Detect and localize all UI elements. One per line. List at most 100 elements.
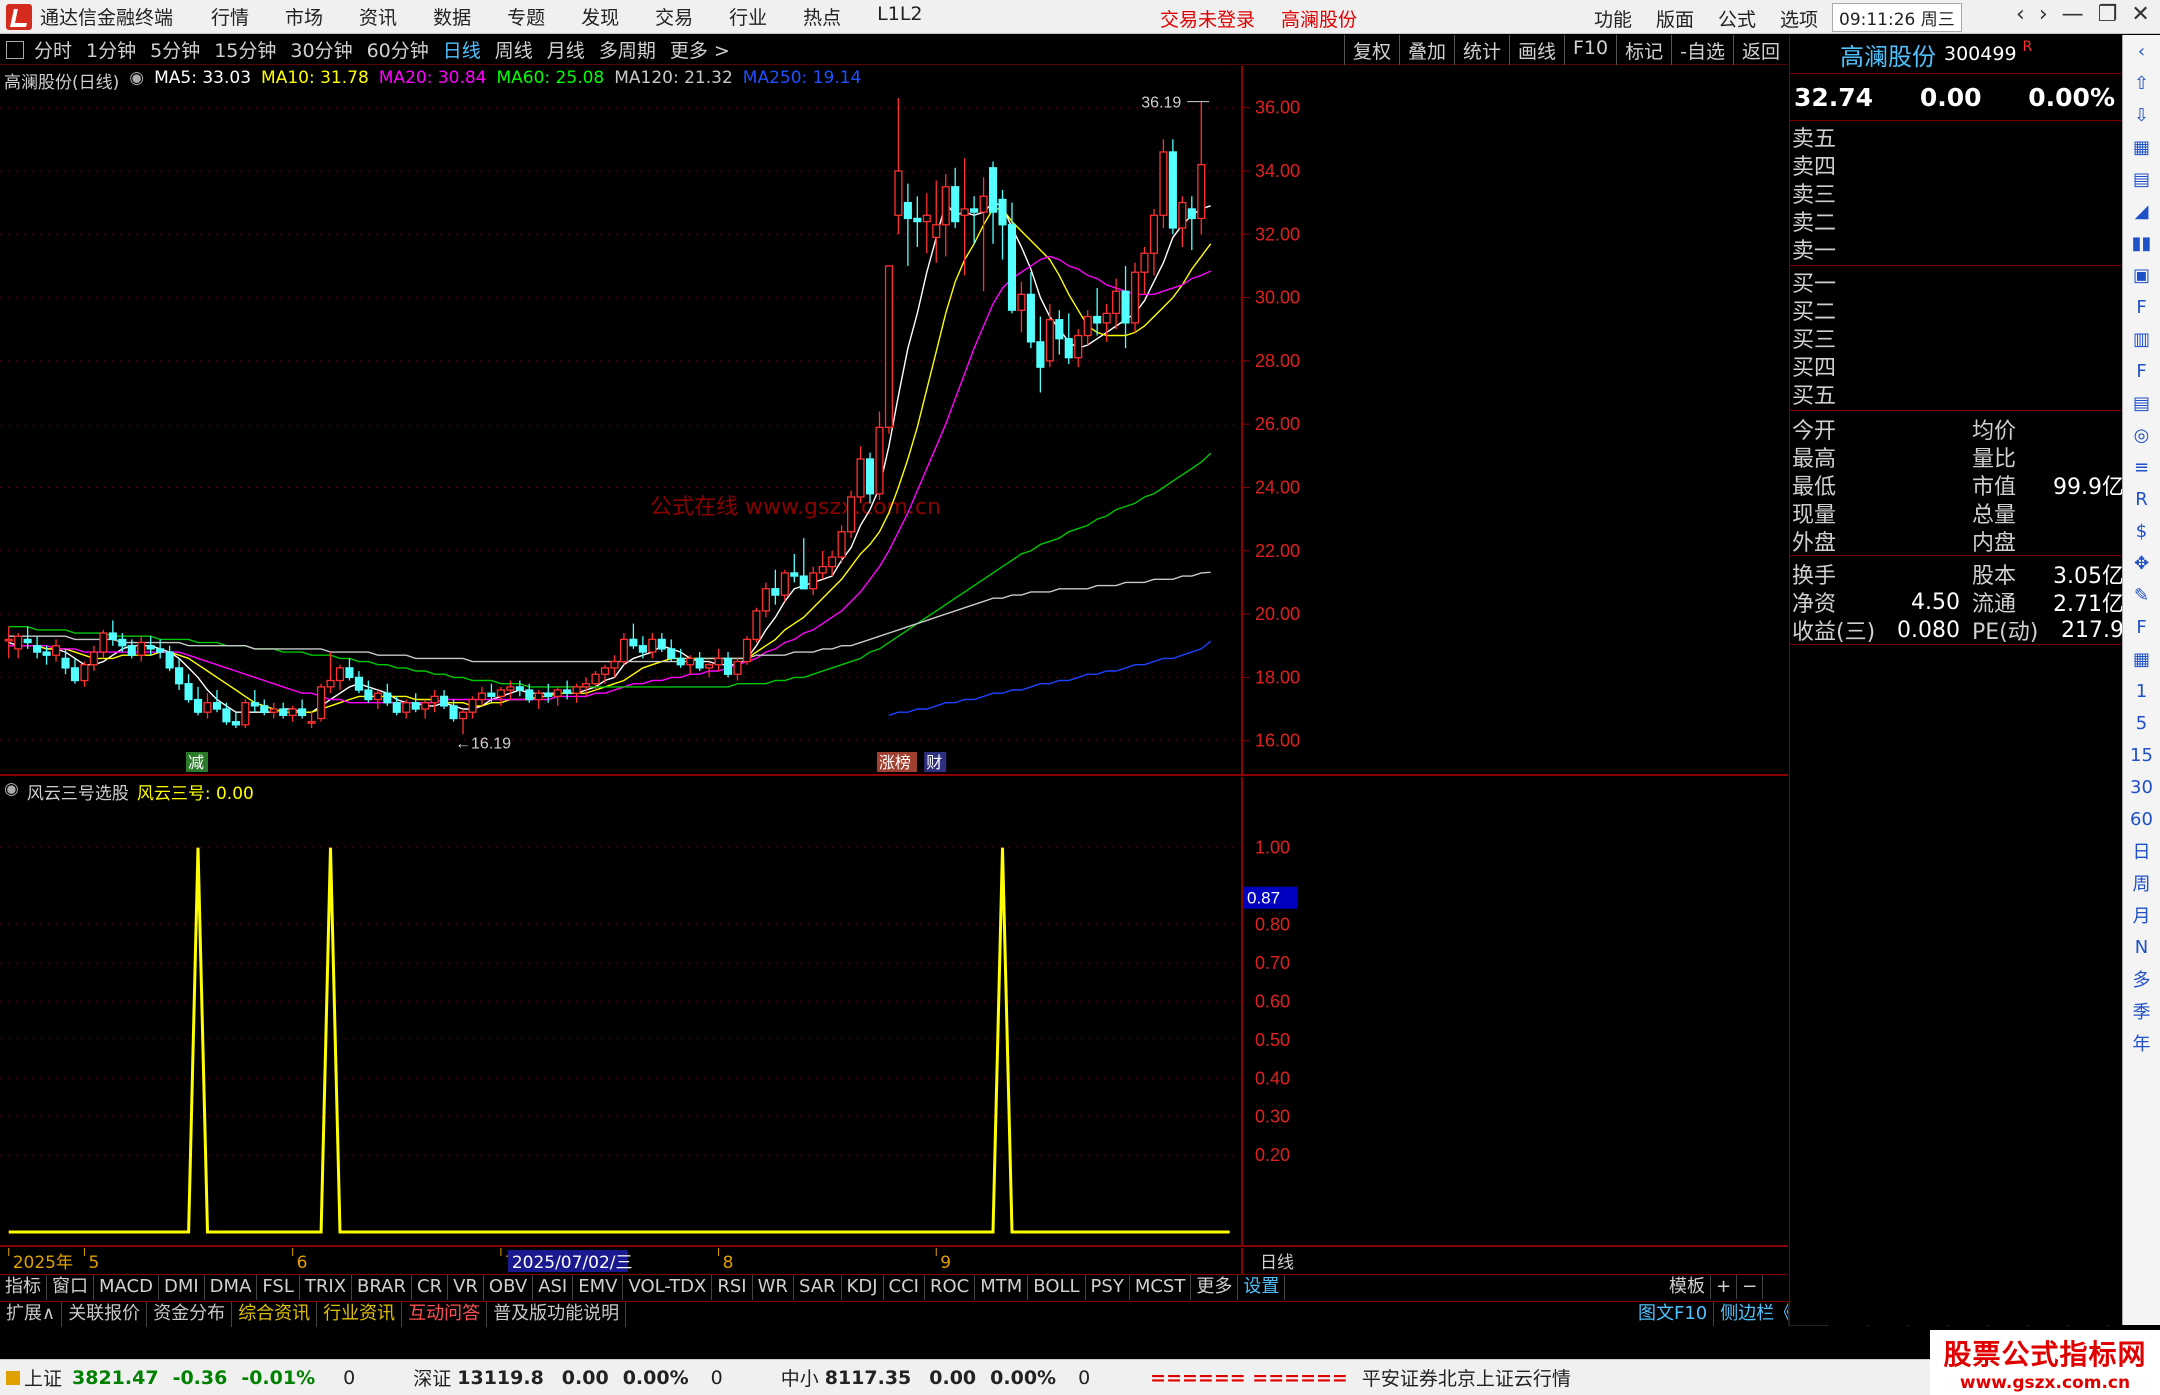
indicator-tab-item-24[interactable]: 更多 (1191, 1275, 1239, 1300)
indicator-tab-item-4[interactable]: DMA (205, 1275, 258, 1300)
period-tab-item-9[interactable]: 多周期 (599, 36, 656, 63)
zx-label[interactable]: 中小 (781, 1364, 819, 1391)
right-menu-item-0[interactable]: 功能 (1594, 5, 1632, 32)
forward-icon[interactable]: › (2039, 2, 2048, 27)
indicator-tab-item-18[interactable]: CCI (884, 1275, 925, 1300)
info-tab-item-1[interactable]: 关联报价 (62, 1302, 148, 1327)
side-period-item-6[interactable]: 周 (2133, 867, 2151, 899)
side-period-item-2[interactable]: 15 (2130, 739, 2153, 771)
template-tab-item-2[interactable]: − (1737, 1275, 1764, 1299)
side-tool-icon-item-19[interactable]: ▦ (2133, 643, 2150, 675)
indicator-tab-item-1[interactable]: 窗口 (47, 1275, 94, 1300)
tool-button-item-2[interactable]: 统计 (1453, 35, 1509, 65)
minimize-icon[interactable]: — (2062, 2, 2084, 27)
indicator-tab-item-17[interactable]: KDJ (842, 1275, 884, 1300)
indicator-tab-item-23[interactable]: MCST (1130, 1275, 1192, 1300)
right-menu-item-1[interactable]: 版面 (1656, 5, 1694, 32)
right-menu-item-3[interactable]: 选项 (1780, 5, 1818, 32)
indicator-tab-item-21[interactable]: BOLL (1028, 1275, 1086, 1300)
close-icon[interactable]: ✕ (2131, 2, 2149, 27)
period-tab-item-8[interactable]: 月线 (547, 36, 585, 63)
f10-link[interactable]: 图文F10 (1632, 1302, 1715, 1326)
sh-label[interactable]: 上证 (24, 1364, 62, 1391)
side-tool-icon-item-7[interactable]: ▣ (2133, 259, 2150, 291)
indicator-tab-item-0[interactable]: 指标 (0, 1275, 47, 1300)
side-tool-icon-item-8[interactable]: F (2136, 291, 2146, 323)
right-menu-item-2[interactable]: 公式 (1718, 5, 1756, 32)
period-tab-item-3[interactable]: 15分钟 (214, 36, 276, 63)
info-tab-item-0[interactable]: 扩展∧ (0, 1302, 63, 1327)
side-tool-icon-item-18[interactable]: F (2136, 611, 2146, 643)
indicator-tab-item-16[interactable]: SAR (794, 1275, 842, 1300)
period-tab-item-0[interactable]: 分时 (34, 36, 72, 63)
side-tool-icon-item-16[interactable]: ✥ (2134, 547, 2149, 579)
sidebar-toggle[interactable]: 侧边栏《 (1714, 1302, 1800, 1326)
info-tab-item-2[interactable]: 资金分布 (147, 1302, 233, 1327)
side-period-item-0[interactable]: 1 (2136, 675, 2147, 707)
side-period-item-7[interactable]: 月 (2133, 899, 2151, 931)
side-tool-icon-item-13[interactable]: ≡ (2134, 451, 2149, 483)
indicator-tab-item-15[interactable]: WR (753, 1275, 794, 1300)
indicator-chart[interactable]: 0.20 0.30 0.40 0.50 0.60 0.70 0.80 1.00 0.87 (0, 777, 1788, 1247)
side-period-item-9[interactable]: 多 (2133, 963, 2151, 995)
menu-item-8[interactable]: 热点 (803, 3, 841, 30)
restore-icon[interactable]: ❐ (2098, 2, 2118, 27)
indicator-tab-item-20[interactable]: MTM (975, 1275, 1029, 1300)
menu-item-5[interactable]: 发现 (581, 3, 619, 30)
indicator-tab-item-11[interactable]: ASI (533, 1275, 574, 1300)
menu-item-2[interactable]: 资讯 (359, 3, 397, 30)
tool-button-item-5[interactable]: 标记 (1616, 35, 1671, 65)
period-tab-item-10[interactable]: 更多 > (670, 36, 730, 63)
indicator-tab-item-3[interactable]: DMI (159, 1275, 205, 1300)
side-tool-icon-item-17[interactable]: ✎ (2134, 579, 2149, 611)
template-tab-item-1[interactable]: + (1711, 1275, 1738, 1299)
side-tool-icon-item-2[interactable]: ⇩ (2134, 99, 2149, 131)
candlestick-chart[interactable]: 16.00 18.00 20.00 22.00 24.00 26.00 28.00 30.00… (0, 66, 1788, 776)
period-tab-item-1[interactable]: 1分钟 (86, 36, 136, 63)
side-tool-icon-item-6[interactable]: ▮▮ (2132, 227, 2152, 259)
info-tab-item-4[interactable]: 行业资讯 (317, 1302, 403, 1327)
indicator-tab-item-22[interactable]: PSY (1086, 1275, 1130, 1300)
indicator-tab-item-2[interactable]: MACD (94, 1275, 159, 1300)
side-period-item-11[interactable]: 年 (2133, 1027, 2151, 1059)
indicator-tab-item-14[interactable]: RSI (712, 1275, 753, 1300)
indicator-tab-item-8[interactable]: CR (412, 1275, 449, 1300)
side-tool-icon-item-0[interactable]: ‹ (2138, 35, 2145, 67)
indicator-tab-item-12[interactable]: EMV (573, 1275, 624, 1300)
side-tool-icon-item-14[interactable]: R (2135, 483, 2148, 515)
sz-label[interactable]: 深证 (413, 1364, 451, 1391)
indicator-tab-item-25[interactable]: 设置 (1238, 1275, 1286, 1300)
period-tab-item-2[interactable]: 5分钟 (150, 36, 200, 63)
login-link[interactable]: 交易未登录 (1160, 5, 1255, 32)
info-tab-item-6[interactable]: 普及版功能说明 (487, 1302, 627, 1327)
tool-button-item-0[interactable]: 复权 (1343, 35, 1399, 65)
side-tool-icon-item-5[interactable]: ◢ (2135, 195, 2149, 227)
indicator-tab-item-13[interactable]: VOL-TDX (623, 1275, 713, 1300)
side-period-item-5[interactable]: 日 (2133, 835, 2151, 867)
indicator-tab-item-7[interactable]: BRAR (352, 1275, 412, 1300)
menu-item-6[interactable]: 交易 (655, 3, 693, 30)
indicator-tab-item-10[interactable]: OBV (484, 1275, 534, 1300)
side-tool-icon-item-10[interactable]: F (2136, 355, 2146, 387)
tool-button-item-4[interactable]: F10 (1564, 35, 1616, 65)
side-period-item-10[interactable]: 季 (2133, 995, 2151, 1027)
period-tab-item-6[interactable]: 日线 (443, 36, 481, 63)
layout-toggle-icon[interactable] (6, 40, 24, 59)
side-tool-icon-item-3[interactable]: ▦ (2133, 131, 2150, 163)
tool-button-item-6[interactable]: -自选 (1671, 35, 1733, 65)
tool-button-item-1[interactable]: 叠加 (1398, 35, 1454, 65)
side-period-item-8[interactable]: N (2135, 931, 2148, 963)
side-period-item-3[interactable]: 30 (2130, 771, 2153, 803)
side-tool-icon-item-12[interactable]: ◎ (2134, 419, 2150, 451)
period-tab-item-4[interactable]: 30分钟 (290, 36, 352, 63)
menu-item-9[interactable]: L1L2 (877, 3, 922, 30)
period-tab-item-7[interactable]: 周线 (495, 36, 533, 63)
info-tab-item-5[interactable]: 互动问答 (402, 1302, 488, 1327)
side-tool-icon-item-15[interactable]: $ (2136, 515, 2147, 547)
menu-item-1[interactable]: 市场 (285, 3, 323, 30)
template-tab-item-0[interactable]: 模板 (1664, 1275, 1711, 1299)
tool-button-item-7[interactable]: 返回 (1732, 35, 1788, 65)
menu-item-4[interactable]: 专题 (507, 3, 545, 30)
back-icon[interactable]: ‹ (2016, 2, 2025, 27)
menu-item-3[interactable]: 数据 (433, 3, 471, 30)
